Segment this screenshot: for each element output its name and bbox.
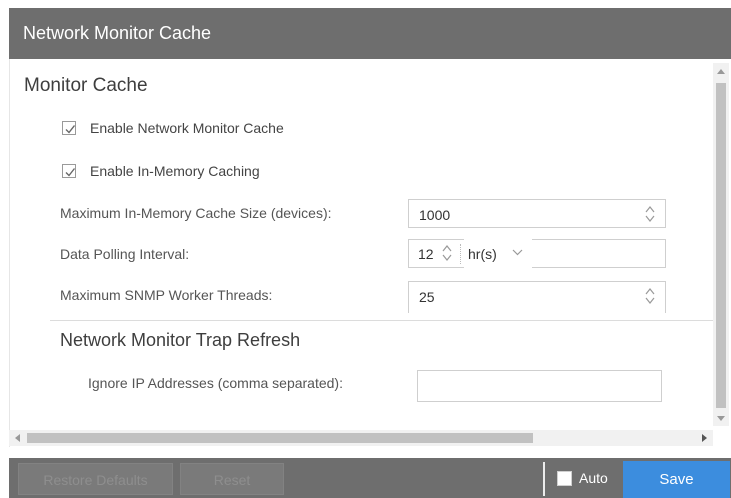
scroll-up-arrow-icon[interactable] — [717, 69, 725, 74]
horizontal-scrollbar[interactable] — [9, 430, 713, 446]
section-divider — [50, 320, 713, 321]
reset-button[interactable]: Reset — [180, 463, 284, 495]
scroll-left-arrow-icon[interactable] — [15, 434, 20, 442]
enable-network-monitor-cache-row[interactable]: Enable Network Monitor Cache — [62, 120, 284, 136]
save-button[interactable]: Save — [623, 461, 730, 498]
spinner-arrows-icon[interactable] — [442, 244, 452, 262]
scroll-right-arrow-icon[interactable] — [702, 434, 707, 442]
auto-toggle[interactable]: Auto — [557, 470, 608, 486]
check-icon — [65, 125, 76, 134]
enable-network-monitor-cache-checkbox[interactable] — [62, 121, 76, 135]
horizontal-scroll-thumb[interactable] — [27, 433, 533, 443]
enable-network-monitor-cache-label: Enable Network Monitor Cache — [90, 120, 284, 136]
scroll-down-arrow-icon[interactable] — [717, 416, 725, 421]
spinner-arrows-icon[interactable] — [645, 287, 655, 305]
polling-interval-label: Data Polling Interval: — [60, 246, 190, 262]
worker-threads-label: Maximum SNMP Worker Threads: — [60, 287, 273, 303]
auto-checkbox[interactable] — [557, 470, 572, 486]
max-cache-size-value[interactable]: 1000 — [419, 207, 450, 223]
enable-in-memory-caching-label: Enable In-Memory Caching — [90, 163, 260, 179]
polling-unit-select[interactable]: hr(s) — [464, 239, 532, 268]
worker-threads-value[interactable]: 25 — [419, 289, 435, 305]
polling-interval-value[interactable]: 12 — [418, 246, 434, 262]
spinner-arrows-icon[interactable] — [645, 205, 655, 223]
chevron-down-icon — [512, 249, 523, 256]
restore-defaults-button[interactable]: Restore Defaults — [18, 463, 173, 495]
check-icon — [65, 168, 76, 177]
max-cache-size-label: Maximum In-Memory Cache Size (devices): — [60, 205, 332, 221]
worker-threads-spinner[interactable]: 25 — [408, 281, 666, 313]
max-cache-size-spinner[interactable]: 1000 — [408, 199, 666, 228]
footer-separator — [543, 462, 545, 496]
window-title: Network Monitor Cache — [9, 8, 731, 59]
ignore-ip-label: Ignore IP Addresses (comma separated): — [88, 375, 343, 391]
polling-unit-value: hr(s) — [468, 246, 497, 262]
vertical-scrollbar[interactable] — [713, 63, 729, 426]
trap-refresh-heading: Network Monitor Trap Refresh — [60, 330, 301, 350]
enable-in-memory-caching-checkbox[interactable] — [62, 164, 76, 178]
vertical-scroll-thumb[interactable] — [716, 83, 726, 408]
monitor-cache-heading: Monitor Cache — [24, 75, 148, 96]
ignore-ip-input[interactable] — [417, 370, 662, 402]
field-separator — [460, 244, 461, 264]
enable-in-memory-caching-row[interactable]: Enable In-Memory Caching — [62, 163, 260, 179]
auto-label: Auto — [579, 470, 608, 486]
